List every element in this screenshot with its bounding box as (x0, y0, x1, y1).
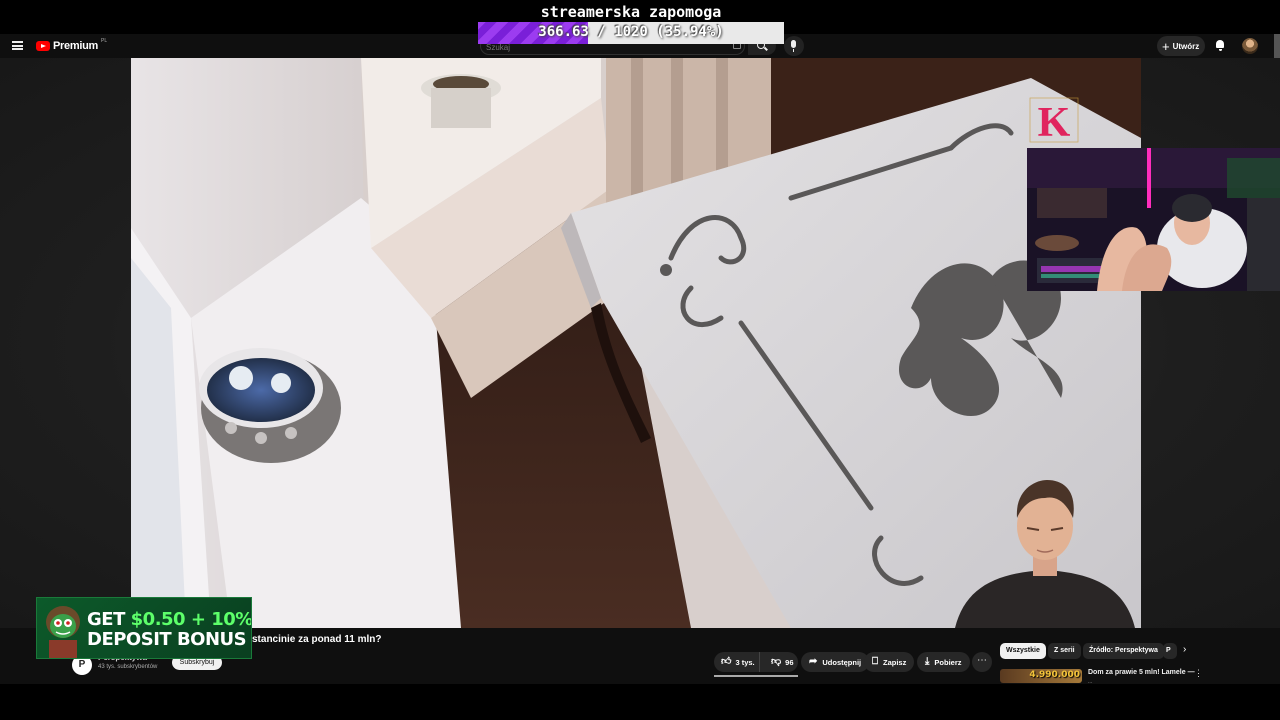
save-label: Zapisz (883, 657, 907, 667)
like-button[interactable]: 👍︎ 3 tys. (714, 652, 760, 672)
thumbnail-price-badge: 4.990.000 (1029, 670, 1080, 680)
chip-more[interactable]: P (1163, 643, 1177, 659)
ad-headline: GET $0.50 + 10% (87, 609, 252, 630)
recommendation-thumbnail[interactable]: 4.990.000 (1000, 669, 1082, 683)
account-avatar[interactable] (1242, 38, 1258, 54)
plus-icon: + (1162, 38, 1170, 54)
create-label: Utwórz (1172, 41, 1200, 51)
download-icon: ⤓ (925, 656, 930, 667)
like-underline (714, 675, 798, 677)
share-button[interactable]: ➦ Udostępnij (801, 652, 870, 672)
chip-series[interactable]: Z serii (1048, 643, 1081, 659)
stream-screen: K streamerska zapomoga 366.63 / 1020 (35… (0, 0, 1280, 720)
donation-progress-text: 366.63 / 1020 (35.94%) (538, 24, 724, 40)
chevron-right-icon[interactable]: › (1183, 644, 1186, 655)
logo-region: PL (100, 38, 108, 44)
logo-text: Premium (53, 40, 98, 52)
chip-source[interactable]: Źródło: Perspektywa (1083, 643, 1164, 659)
ad-amount-text: $0.50 + 10% (130, 609, 252, 630)
recommendation-title[interactable]: Dom za prawie 5 mln! Lamele — (1088, 669, 1195, 676)
webcam-frame (1027, 148, 1280, 291)
chip-all[interactable]: Wszystkie (1000, 643, 1046, 659)
save-button[interactable]: ⎕ Zapisz (864, 652, 915, 672)
voice-search-button[interactable] (784, 36, 804, 56)
scrollbar[interactable] (1274, 34, 1280, 58)
donation-progress-bar: 366.63 / 1020 (35.94%) (478, 22, 784, 44)
ad-bonus-text: DEPOSIT BONUS (87, 629, 247, 650)
casino-ad-banner[interactable]: GET $0.50 + 10% DEPOSIT BONUS (36, 597, 252, 659)
youtube-play-icon (36, 41, 50, 51)
ad-get-text: GET (87, 609, 125, 630)
dislike-button[interactable]: 👎︎ 96 (765, 652, 794, 672)
bookmark-icon: ⎕ (872, 656, 878, 667)
thumbs-up-icon: 👍︎ (721, 656, 732, 667)
vertical-dots-icon[interactable]: ⋮ (1194, 668, 1203, 679)
webcam-overlay (1027, 148, 1280, 291)
facecam-overlay (955, 480, 1135, 628)
more-actions-button[interactable]: ⋯ (972, 652, 992, 672)
create-button[interactable]: + Utwórz (1157, 36, 1205, 56)
thumbs-down-icon: 👎︎ (771, 656, 782, 667)
monogram-k-logo: K (1029, 97, 1079, 146)
share-arrow-icon: ➦ (809, 656, 818, 667)
monogram-letter: K (1038, 100, 1071, 146)
microphone-icon (791, 40, 796, 52)
download-button[interactable]: ⤓ Pobierz (917, 652, 970, 672)
youtube-logo[interactable]: Premium PL (36, 38, 108, 52)
download-label: Pobierz (934, 657, 962, 667)
like-count: 3 tys. (735, 657, 755, 667)
dislike-count: 96 (785, 657, 794, 667)
recommendation-subtitle: ... (1088, 679, 1093, 685)
menu-icon[interactable] (12, 41, 23, 50)
notifications-bell-icon[interactable] (1215, 40, 1225, 51)
donation-goal-title: streamerska zapomoga (540, 3, 722, 21)
mascot-icon (46, 606, 80, 658)
share-label: Udostępnij (822, 657, 862, 667)
subscriber-count: 43 tys. subskrybentów (98, 664, 158, 670)
video-title: stancinie za ponad 11 mln? (252, 634, 382, 645)
like-dislike-group: 👍︎ 3 tys. 👎︎ 96 (714, 652, 798, 672)
